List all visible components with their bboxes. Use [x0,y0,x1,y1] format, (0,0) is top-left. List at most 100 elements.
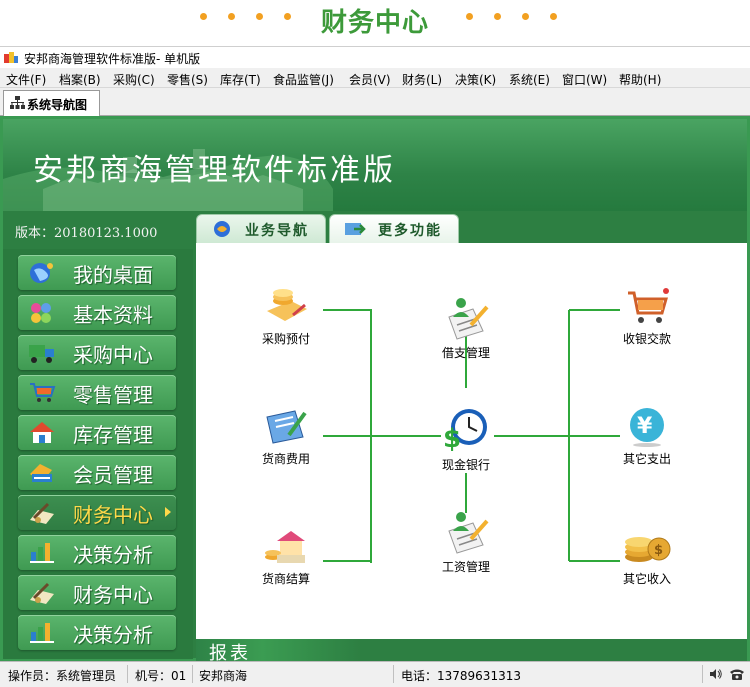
flow-label: 借支管理 [441,346,490,360]
sidebar-item-label: 采购中心 [73,343,153,367]
sidebar-item-label: 我的桌面 [73,263,153,287]
invoice-pen-icon [266,410,307,444]
menu-member[interactable]: 会员(V) [349,71,391,88]
report-bar[interactable]: 报表 [196,639,747,664]
finance-pen-icon [30,582,54,604]
coins-prepay-icon [267,289,307,321]
shopping-cart-icon [30,383,56,402]
status-divider [393,665,394,683]
flow-other-expense[interactable]: ¥ 其它支出 [602,407,692,467]
menu-archive[interactable]: 档案(B) [59,71,101,88]
bar-chart-icon [30,543,54,563]
flow-label: 收银交款 [622,332,671,346]
banner-dot [494,13,501,20]
document-tabstrip: 系统导航图 [0,88,750,116]
status-divider [192,665,193,683]
flow-other-income[interactable]: $ 其它收入 [602,527,692,587]
clock-dollar-icon: $ [443,409,487,454]
yen-coin-icon: ¥ [630,408,664,447]
top-banner: 财务中心 [0,0,750,46]
app-icon[interactable] [4,51,18,64]
tab-system-navigation[interactable]: 系统导航图 [3,90,100,116]
flow-supplier-settlement[interactable]: 货商结算 [241,527,331,587]
tab-business-navigation[interactable]: 业务导航 [196,214,326,243]
menu-finance[interactable]: 财务(L) [402,71,442,88]
sidebar-item-my-desktop[interactable]: 我的桌面 [18,255,176,290]
telephone-icon[interactable] [729,667,745,681]
flow-supplier-expense[interactable]: 货商费用 [241,407,331,467]
window-titlebar: 安邦商海管理软件标准版- 单机版 [0,46,750,68]
flow-loan-management[interactable]: 借支管理 [421,295,511,361]
banner-title: 财务中心 [320,8,429,38]
sidebar-item-label: 会员管理 [73,463,153,487]
main-area: 安邦商海管理软件标准版 版本：20180123.1000 我的桌面 基本资料 采… [0,116,750,664]
flow-label: 工资管理 [441,560,490,574]
window-title: 安邦商海管理软件标准版- 单机版 [24,52,201,66]
flow-cashier-payment[interactable]: 收银交款 [602,287,692,347]
sidebar-item-finance-center-2[interactable]: 财务中心 [18,575,176,610]
status-bar: 操作员：系统管理员 机号：01 安邦商海 电话：13789631313 [0,661,750,687]
banner-dot [550,13,557,20]
desktop-globe-icon [30,263,53,283]
svg-text:$: $ [443,424,461,453]
sidebar-item-decision-analysis[interactable]: 决策分析 [18,535,176,570]
tab-label: 更多功能 [378,223,442,239]
member-card-icon [30,464,52,482]
tab-more-functions[interactable]: 更多功能 [329,214,459,243]
menu-file[interactable]: 文件(F) [6,71,46,88]
flow-label: 现金银行 [441,458,490,472]
user-document-icon [448,298,489,340]
sidebar-item-finance-center[interactable]: 财务中心 [18,495,176,530]
sidebar-item-member[interactable]: 会员管理 [18,455,176,490]
speaker-icon[interactable] [709,668,723,680]
gold-coins-icon: $ [625,537,671,562]
version-label: 版本：20180123.1000 [15,226,158,241]
flow-salary-management[interactable]: 工资管理 [421,509,511,575]
house-settle-icon [265,531,305,563]
flow-label: 其它支出 [622,452,671,466]
status-divider [702,665,703,683]
hero-title: 安邦商海管理软件标准版 [33,153,396,188]
basic-data-icon [31,303,51,323]
sidebar-item-label: 财务中心 [73,583,153,607]
hero-header: 安邦商海管理软件标准版 [3,119,747,211]
svg-text:¥: ¥ [637,414,653,439]
menu-retail[interactable]: 零售(S) [167,71,208,88]
menu-decision[interactable]: 决策(K) [455,71,496,88]
sitemap-icon [10,96,25,109]
tab-label: 业务导航 [245,223,309,239]
flow-label: 货商结算 [261,572,310,586]
status-company: 安邦商海 [199,669,248,683]
finance-pen-icon [30,502,54,524]
flow-purchase-prepay[interactable]: 采购预付 [241,287,331,347]
menu-food-supervision[interactable]: 食品监管(J) [273,71,334,88]
sidebar-item-label: 决策分析 [73,623,153,647]
menu-bar: 文件(F) 档案(B) 采购(C) 零售(S) 库存(T) 食品监管(J) 会员… [0,68,750,88]
sidebar-item-label: 库存管理 [73,423,153,447]
status-operator: 操作员：系统管理员 [8,669,117,683]
sidebar-item-inventory[interactable]: 库存管理 [18,415,176,450]
truck-icon [29,345,54,363]
svg-text:$: $ [654,543,663,558]
sidebar-item-purchase[interactable]: 采购中心 [18,335,176,370]
banner-dot [522,13,529,20]
sidebar-item-basic-data[interactable]: 基本资料 [18,295,176,330]
menu-help[interactable]: 帮助(H) [619,71,661,88]
menu-purchase[interactable]: 采购(C) [113,71,155,88]
sidebar-item-retail[interactable]: 零售管理 [18,375,176,410]
status-phone: 电话：13789631313 [401,669,521,683]
more-functions-icon [345,223,366,235]
status-divider [127,665,128,683]
menu-system[interactable]: 系统(E) [509,71,550,88]
menu-inventory[interactable]: 库存(T) [220,71,261,88]
sidebar-item-decision-analysis-2[interactable]: 决策分析 [18,615,176,650]
user-document-icon [448,512,489,554]
banner-dot [466,13,473,20]
menu-window[interactable]: 窗口(W) [562,71,607,88]
status-machine: 机号：01 [135,669,187,683]
business-flow-panel: 采购预付 货商费用 货商结算 借支管理 $ 现金银行 工资管理 收银交款 ¥ 其… [196,243,747,639]
active-arrow-icon [165,507,171,517]
flow-cash-bank[interactable]: $ 现金银行 [421,405,511,473]
sidebar-item-label: 财务中心 [73,503,153,527]
flow-label: 其它收入 [622,572,671,586]
